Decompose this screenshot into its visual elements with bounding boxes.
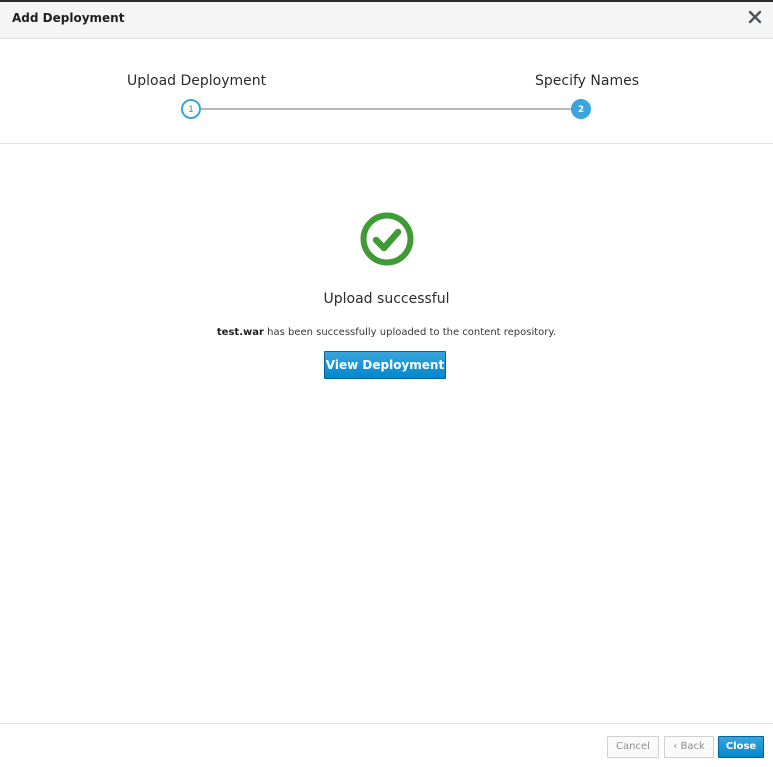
dialog-header: Add Deployment [0,2,773,39]
step-connector-line [201,108,571,110]
dialog-title: Add Deployment [12,11,125,25]
close-button[interactable]: Close [718,736,764,758]
step-2-indicator[interactable]: 2 [571,99,591,119]
add-deployment-dialog: Add Deployment Upload Deployment Specify… [0,0,773,767]
wizard-steps: Upload Deployment Specify Names 1 2 [0,39,773,144]
view-deployment-button[interactable]: View Deployment [324,351,446,379]
upload-success-text: has been successfully uploaded to the co… [263,327,557,338]
back-button[interactable]: ‹ Back [664,736,714,758]
step-label-upload-deployment: Upload Deployment [127,73,267,89]
upload-success-title: Upload successful [323,291,450,307]
wizard-content: Upload successful test.war has been succ… [0,145,773,723]
upload-success-message: test.war has been successfully uploaded … [0,327,773,338]
check-circle-icon [360,212,414,266]
uploaded-filename: test.war [216,327,264,338]
step-label-specify-names: Specify Names [535,73,639,89]
cancel-button[interactable]: Cancel [607,736,659,758]
back-button-label: Back [680,741,705,752]
step-1-indicator[interactable]: 1 [181,99,201,119]
close-icon[interactable] [746,8,764,26]
dialog-footer: Cancel ‹ Back Close [0,723,773,767]
